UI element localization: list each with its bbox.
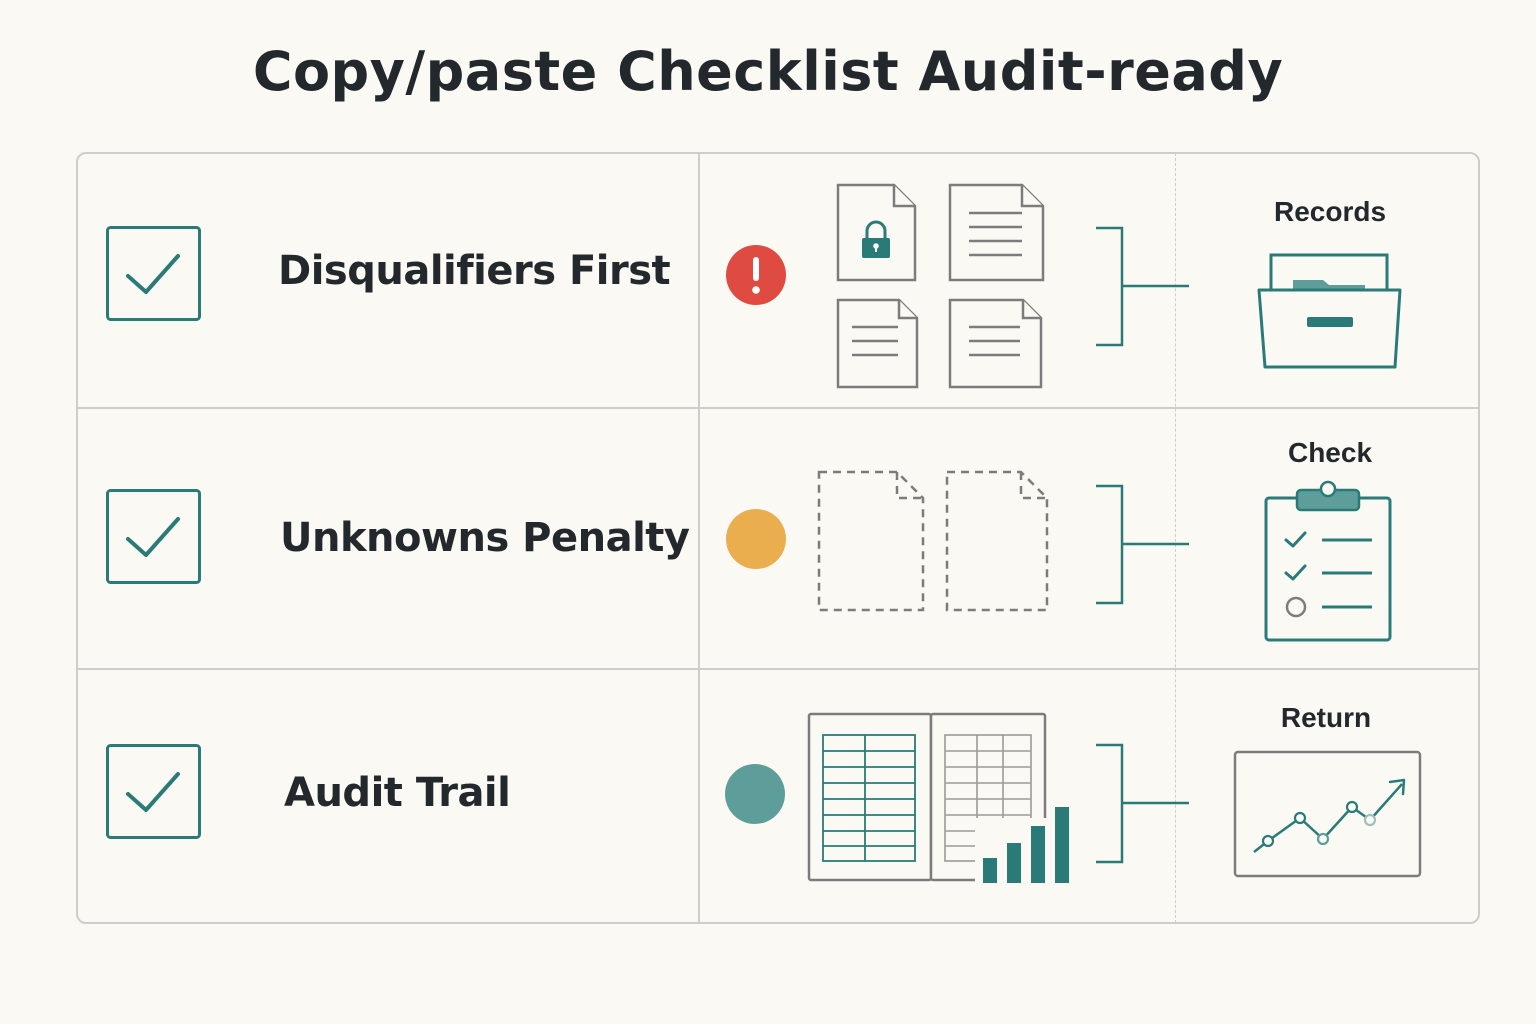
checkbox-checked-icon[interactable] (106, 489, 202, 585)
column-divider (698, 153, 700, 923)
ledger-with-bar-chart-icon (807, 712, 1075, 884)
status-dot-teal (725, 764, 785, 824)
missing-documents-icon (817, 470, 1049, 612)
category-label-check: Check (1287, 437, 1373, 468)
row-divider (76, 668, 1480, 670)
row-label-audit-trail: Audit Trail (284, 770, 511, 816)
bracket-connector (1096, 226, 1189, 347)
checkbox-checked-icon[interactable] (106, 226, 202, 322)
alert-icon (726, 245, 786, 305)
bracket-connector (1096, 484, 1189, 605)
trend-chart-icon (1233, 750, 1422, 878)
row-label-disqualifiers-first: Disqualifiers First (278, 248, 671, 294)
documents-icon (836, 183, 1045, 389)
open-file-box-icon (1257, 253, 1402, 369)
status-dot-amber (726, 509, 786, 569)
page-title: Copy/paste Checklist Audit-ready (252, 40, 1284, 103)
row-divider (76, 407, 1480, 409)
checkbox-checked-icon[interactable] (106, 744, 202, 840)
bracket-connector (1096, 743, 1189, 864)
row-label-unknowns-penalty: Unknowns Penalty (280, 515, 690, 561)
category-label-records: Records (1273, 196, 1387, 227)
category-label-return: Return (1280, 702, 1372, 733)
clipboard-checklist-icon (1264, 480, 1392, 642)
